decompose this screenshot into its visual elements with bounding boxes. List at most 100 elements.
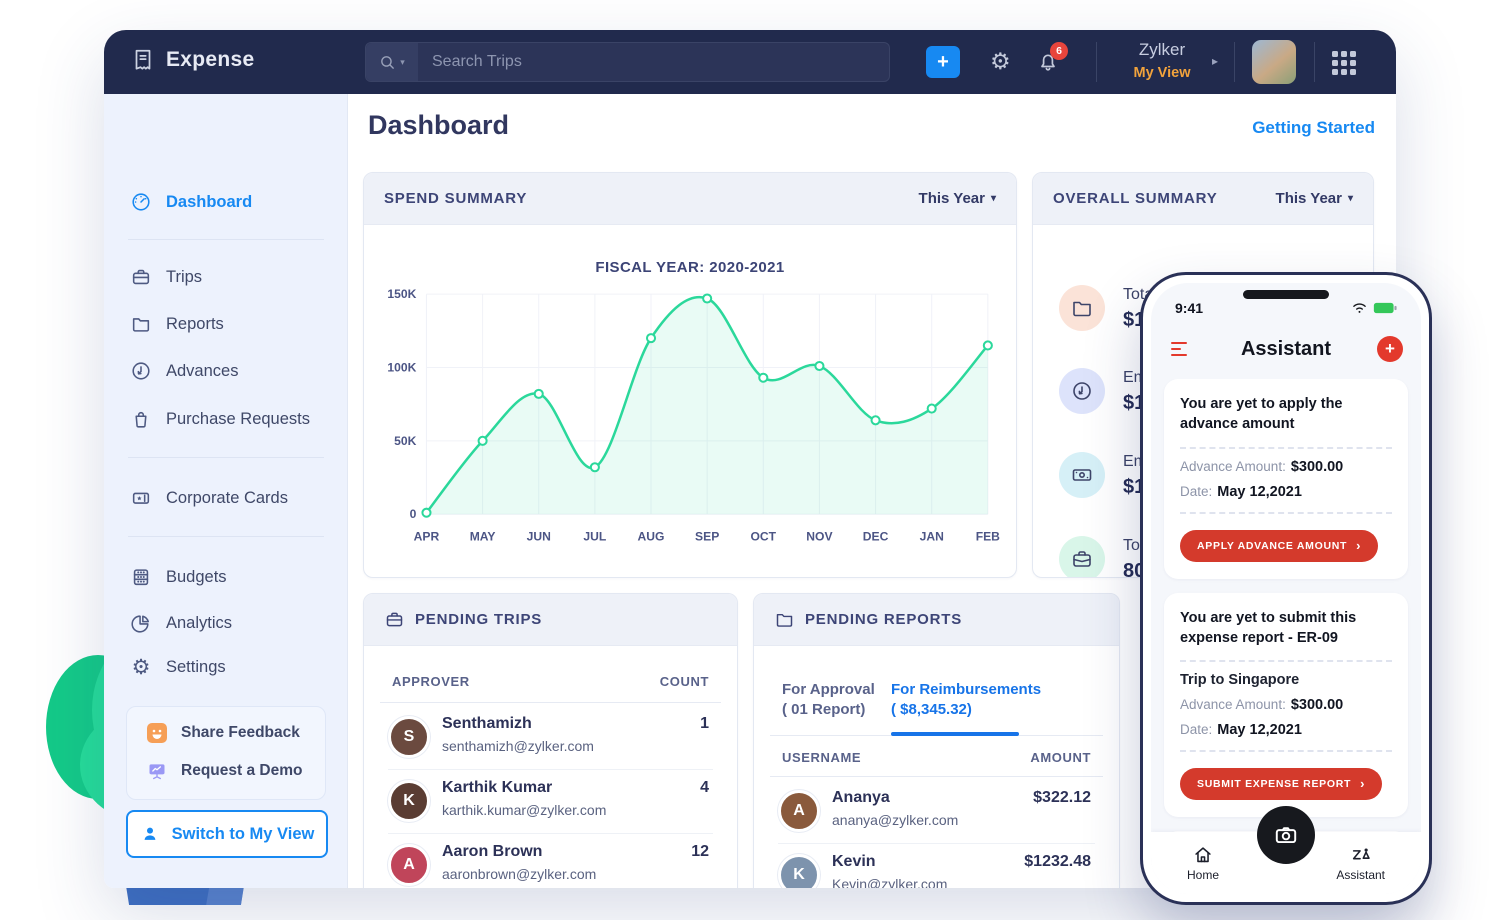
divider [770,776,1103,777]
quick-add-button[interactable]: + [926,46,960,78]
column-approver: APPROVER [392,674,470,689]
search-scope[interactable]: ▾ [366,43,418,81]
tab-for-approval[interactable]: For Approval ( 01 Report) [782,680,875,720]
pending-trips-label: PENDING TRIPS [415,611,542,628]
approver-name: Aaron Brown [442,843,542,861]
add-icon[interactable]: + [1377,336,1403,362]
trip-count: 1 [700,715,709,733]
sidebar-item-budgets[interactable]: Budgets [130,564,227,590]
apps-grid-icon[interactable] [1332,51,1356,75]
tab-for-reimbursements[interactable]: For Reimbursements ( $8,345.32) [891,680,1041,720]
settings-icon[interactable]: ⚙ [990,50,1011,74]
shopping-bag-icon [130,408,152,430]
pending-trips-header: PENDING TRIPS [364,594,737,646]
pending-reports-title: PENDING REPORTS [774,609,962,630]
global-search[interactable]: ▾ [365,42,890,82]
spend-range-dropdown[interactable]: This Year ▾ [919,190,996,207]
avatar: A [778,790,820,832]
advance-clock-icon [1059,368,1105,414]
tab-label: For Reimbursements [891,680,1041,700]
table-row[interactable]: K Kevin Kevin@zylker.com $1232.48 [778,844,1095,888]
sidebar-item-settings[interactable]: ⚙ Settings [130,654,226,680]
card-subtitle: Trip to Singapore [1180,672,1392,688]
sidebar-item-analytics[interactable]: Analytics [130,610,232,636]
sidebar-item-advances[interactable]: Advances [130,358,238,384]
sidebar-item-label: Reports [166,315,224,334]
overall-range-dropdown[interactable]: This Year ▾ [1276,190,1353,207]
sidebar-item-reports[interactable]: Reports [130,311,224,337]
share-feedback-button[interactable]: Share Feedback [147,723,300,743]
advance-clock-icon [130,360,152,382]
svg-text:100K: 100K [387,361,416,375]
nav-home[interactable]: Home [1187,844,1219,882]
notification-badge: 6 [1050,42,1068,60]
dashed-divider [1180,660,1392,662]
svg-text:50K: 50K [394,434,416,448]
sidebar-item-dashboard[interactable]: Dashboard [130,189,252,215]
org-switcher[interactable]: Zylker My View [1114,38,1210,84]
sidebar-item-trips[interactable]: Trips [130,264,202,290]
svg-text:0: 0 [410,507,417,521]
user-avatar[interactable] [1252,40,1296,84]
column-count: COUNT [660,674,709,689]
trip-count: 4 [700,779,709,797]
sidebar-item-label: Dashboard [166,193,252,212]
submit-expense-report-button[interactable]: SUBMIT EXPENSE REPORT › [1180,768,1382,800]
abacus-icon [130,566,152,588]
assistant-card: You are yet to submit this expense repor… [1164,593,1408,818]
spend-summary-header: SPEND SUMMARY This Year ▾ [364,173,1016,225]
stage: Expense ▾ + ⚙ 6 Zylker My View [0,0,1500,920]
svg-text:FEB: FEB [976,529,1000,543]
card-title: You are yet to submit this expense repor… [1180,608,1392,649]
camera-button[interactable] [1257,806,1315,864]
table-row[interactable]: A Aaron Brown aaronbrown@zylker.com 12 [388,834,713,888]
switch-to-my-view-button[interactable]: Switch to My View [126,810,328,858]
chevron-down-icon: ▾ [991,193,996,204]
spend-range-value: This Year [919,190,985,207]
request-demo-button[interactable]: Request a Demo [147,761,302,781]
approver-email: aaronbrown@zylker.com [442,866,596,882]
field-value: May 12,2021 [1217,484,1302,500]
approver-name: Karthik Kumar [442,779,552,797]
table-row[interactable]: A Ananya ananya@zylker.com $322.12 [778,780,1095,844]
folder-icon [774,609,795,630]
search-input[interactable] [418,53,889,71]
getting-started-link[interactable]: Getting Started [1252,118,1375,138]
sidebar-item-corporate-cards[interactable]: Corporate Cards [130,485,288,511]
search-icon [379,54,396,71]
user-email: Kevin@zylker.com [832,876,947,888]
table-row[interactable]: K Karthik Kumar karthik.kumar@zylker.com… [388,770,713,834]
report-amount: $322.12 [1033,789,1091,807]
nav-assistant[interactable]: Assistant [1336,844,1385,882]
apply-advance-button[interactable]: APPLY ADVANCE AMOUNT › [1180,530,1378,562]
table-row[interactable]: S Senthamizh senthamizh@zylker.com 1 [388,706,713,770]
phone-mockup: 9:41 Assistant + Yo [1140,272,1432,905]
sidebar: Dashboard Trips Reports Advances [104,94,348,888]
sidebar-item-label: Settings [166,658,226,677]
cash-icon [1059,452,1105,498]
topbar-divider [1096,42,1097,82]
chart-title: FISCAL YEAR: 2020-2021 [364,259,1016,276]
topbar-divider [1234,42,1235,82]
zia-assistant-icon [1350,844,1372,866]
chevron-right-icon: › [1356,541,1361,551]
dashed-divider [1180,512,1392,514]
avatar: S [388,716,430,758]
field-label: Date: [1180,722,1212,737]
topbar-divider [1314,42,1315,82]
gear-icon: ⚙ [130,656,152,678]
chevron-right-icon: ▸ [1212,54,1218,68]
button-label: APPLY ADVANCE AMOUNT [1197,540,1347,552]
phone-screen: 9:41 Assistant + Yo [1151,283,1421,894]
svg-text:150K: 150K [387,287,416,301]
sidebar-item-purchase-requests[interactable]: Purchase Requests [130,406,310,432]
chevron-down-icon: ▾ [1348,193,1353,204]
expense-receipt-icon [130,47,156,73]
spend-chart: 050K100K150KAPRMAYJUNJULAUGSEPOCTNOVDECJ… [378,284,1004,554]
svg-text:JAN: JAN [920,529,944,543]
sidebar-item-label: Trips [166,268,202,287]
field-label: Advance Amount: [1180,459,1286,474]
tab-label: For Approval [782,680,875,700]
field-value: $300.00 [1291,697,1343,713]
tab-sub-label: ( 01 Report) [782,700,875,720]
